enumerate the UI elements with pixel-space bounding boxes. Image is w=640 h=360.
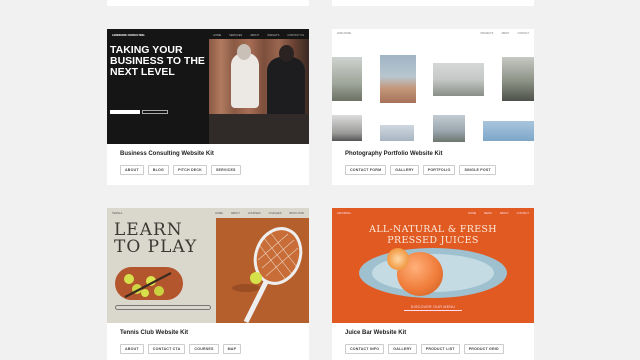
preview-logo: ARCORINA bbox=[337, 211, 351, 215]
preview-nav-item: COURSES bbox=[247, 211, 261, 215]
preview-nav: ARCORINA HOME MENU ABOUT CONTACT bbox=[337, 210, 529, 216]
gallery-photo bbox=[483, 121, 534, 141]
preview-nav-item: MENU bbox=[484, 211, 492, 215]
feature-tag[interactable]: COURSES bbox=[189, 344, 219, 354]
preview-nav-item: CONTACT US bbox=[287, 33, 304, 37]
feature-tags: CONTACT INFO GALLERY PRODUCT LIST PRODUC… bbox=[345, 344, 504, 354]
tennis-court-photo bbox=[216, 218, 309, 323]
feature-tag[interactable]: SERVICES bbox=[210, 165, 241, 175]
preview-nav-item: INSIGHTS bbox=[267, 33, 280, 37]
feature-tag[interactable]: MAP bbox=[222, 344, 242, 354]
template-preview[interactable]: TENNLA HOME ABOUT COURSES COACHES BOOK N… bbox=[107, 208, 309, 323]
feature-tag[interactable]: CONTACT CTA bbox=[147, 344, 186, 354]
gallery-photo bbox=[332, 115, 362, 141]
tennis-racket-icon bbox=[232, 227, 303, 323]
feature-tag[interactable]: SINGLE POST bbox=[459, 165, 496, 175]
tennis-balls-icon bbox=[124, 272, 172, 298]
feature-tag[interactable]: PRODUCT GRID bbox=[463, 344, 504, 354]
preview-input-bar bbox=[115, 305, 211, 310]
preview-nav-item: SERVICES bbox=[229, 33, 243, 37]
preview-cta-link: DISCOVER OUR MENU bbox=[404, 305, 462, 311]
preview-nav-item: CONTACT bbox=[516, 211, 529, 215]
template-title[interactable]: Photography Portfolio Website Kit bbox=[345, 151, 443, 157]
feature-tag[interactable]: PORTFOLIO bbox=[422, 165, 456, 175]
gallery-photo bbox=[380, 55, 416, 103]
person-figure bbox=[231, 53, 259, 108]
feature-tags: ABOUT BLOG PITCH DECK SERVICES bbox=[120, 165, 241, 175]
template-card-juice-bar[interactable]: ARCORINA HOME MENU ABOUT CONTACT ALL-NAT… bbox=[332, 208, 534, 360]
feature-tag[interactable]: ABOUT bbox=[120, 344, 144, 354]
preview-nav-item: HOME bbox=[213, 33, 222, 37]
feature-tag[interactable]: ABOUT bbox=[120, 165, 144, 175]
citrus-slice-image bbox=[387, 248, 409, 270]
preview-headline: TAKING YOUR BUSINESS TO THE NEXT LEVEL bbox=[110, 44, 205, 78]
preview-headline: ALL-NATURAL & FRESH PRESSED JUICES bbox=[332, 224, 534, 246]
template-preview[interactable]: ARCORINA HOME MENU ABOUT CONTACT ALL-NAT… bbox=[332, 208, 534, 323]
template-preview[interactable]: ANNA ROSE PROJECTS ABOUT CONTACT bbox=[332, 29, 534, 144]
preview-nav-item: COACHES bbox=[268, 211, 282, 215]
preview-headline-line: TO PLAY bbox=[114, 237, 198, 257]
person-head bbox=[237, 44, 251, 60]
feature-tag[interactable]: BLOG bbox=[147, 165, 169, 175]
preview-nav-item: BOOK NOW bbox=[289, 211, 304, 215]
previous-card-left[interactable] bbox=[107, 0, 309, 6]
gallery-photo bbox=[332, 57, 362, 101]
preview-headline-line: ALL-NATURAL & FRESH bbox=[369, 224, 497, 235]
meeting-photo bbox=[209, 39, 309, 144]
preview-nav: TENNLA HOME ABOUT COURSES COACHES BOOK N… bbox=[112, 210, 304, 216]
preview-nav-item: CONTACT bbox=[517, 32, 529, 35]
preview-nav-item: ABOUT bbox=[230, 211, 240, 215]
person-head bbox=[279, 45, 294, 62]
feature-tag[interactable]: CONTACT FORM bbox=[345, 165, 387, 175]
feature-tags: CONTACT FORM GALLERY PORTFOLIO SINGLE PO… bbox=[345, 165, 496, 175]
preview-logo: ANNA ROSE bbox=[337, 32, 351, 35]
preview-headline-line: PRESSED JUICES bbox=[387, 235, 479, 246]
preview-primary-button bbox=[110, 110, 140, 114]
preview-nav-item: ABOUT bbox=[499, 211, 509, 215]
preview-logo: TENNLA bbox=[112, 211, 123, 215]
gallery-photo bbox=[502, 57, 534, 101]
preview-nav-item: ABOUT bbox=[250, 33, 260, 37]
template-card-tennis-club[interactable]: TENNLA HOME ABOUT COURSES COACHES BOOK N… bbox=[107, 208, 309, 360]
preview-secondary-button bbox=[142, 110, 168, 114]
gallery-photo bbox=[433, 63, 484, 96]
preview-nav: LEMONADE CONSULTING HOME SERVICES ABOUT … bbox=[112, 32, 304, 38]
template-card-photography-portfolio[interactable]: ANNA ROSE PROJECTS ABOUT CONTACT Photogr… bbox=[332, 29, 534, 185]
template-card-business-consulting[interactable]: LEMONADE CONSULTING HOME SERVICES ABOUT … bbox=[107, 29, 309, 185]
feature-tags: ABOUT CONTACT CTA COURSES MAP bbox=[120, 344, 242, 354]
gallery-photo bbox=[380, 125, 414, 141]
desk bbox=[209, 114, 309, 144]
preview-nav: ANNA ROSE PROJECTS ABOUT CONTACT bbox=[337, 32, 529, 35]
previous-card-right[interactable] bbox=[332, 0, 534, 6]
preview-nav-item: PROJECTS bbox=[480, 32, 494, 35]
template-preview[interactable]: LEMONADE CONSULTING HOME SERVICES ABOUT … bbox=[107, 29, 309, 144]
tennis-balls-image bbox=[115, 267, 183, 300]
template-title[interactable]: Tennis Club Website Kit bbox=[120, 330, 188, 336]
template-title[interactable]: Business Consulting Website Kit bbox=[120, 151, 214, 157]
preview-nav-item: HOME bbox=[468, 211, 477, 215]
gallery-photo bbox=[433, 115, 465, 142]
feature-tag[interactable]: PRODUCT LIST bbox=[420, 344, 460, 354]
feature-tag[interactable]: PITCH DECK bbox=[172, 165, 207, 175]
preview-logo: LEMONADE CONSULTING bbox=[112, 33, 145, 37]
preview-nav-item: HOME bbox=[215, 211, 223, 215]
feature-tag[interactable]: GALLERY bbox=[388, 344, 417, 354]
feature-tag[interactable]: GALLERY bbox=[390, 165, 419, 175]
preview-headline: LEARN TO PLAY bbox=[114, 222, 197, 256]
feature-tag[interactable]: CONTACT INFO bbox=[345, 344, 385, 354]
template-title[interactable]: Juice Bar Website Kit bbox=[345, 330, 406, 336]
preview-nav-item: ABOUT bbox=[501, 32, 510, 35]
